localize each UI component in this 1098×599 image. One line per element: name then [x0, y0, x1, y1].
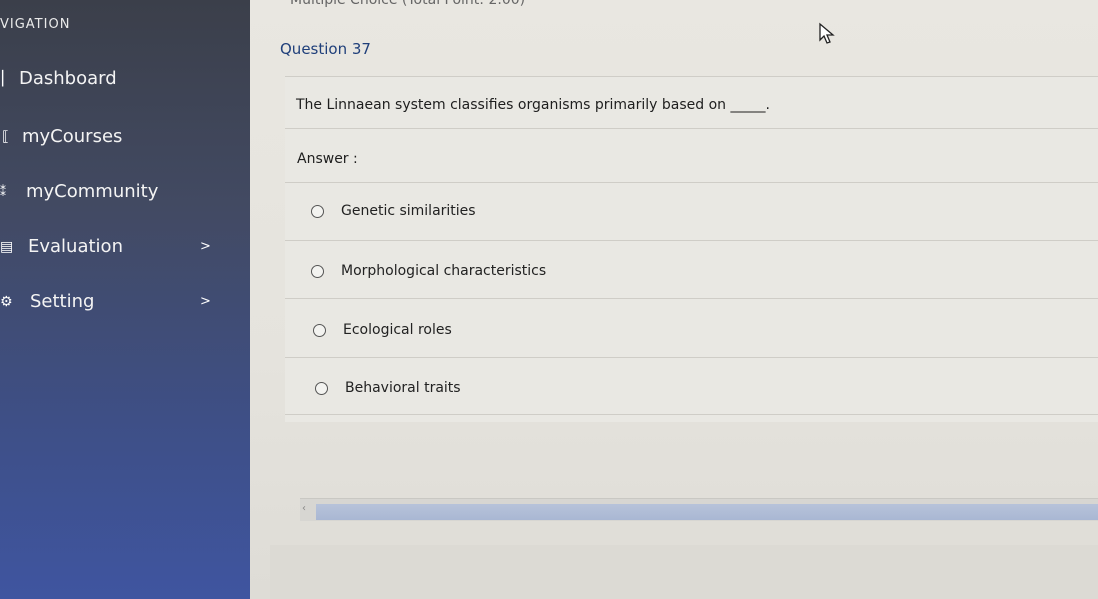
sidebar: VIGATION ▏ Dashboard ⟦ myCourses ⁑ myCom… [0, 0, 250, 599]
question-type-header: Multiple Choice (Total Point: 2.00) [290, 0, 526, 8]
settings-gear-icon: ⚙ [0, 293, 13, 310]
answer-option[interactable]: Behavioral traits [315, 380, 461, 396]
radio-button[interactable] [311, 264, 324, 278]
courses-icon: ⟦ [2, 128, 9, 145]
scrollbar-thumb[interactable] [316, 504, 1098, 520]
divider [285, 240, 1098, 241]
divider [285, 182, 1098, 183]
option-label: Behavioral traits [345, 380, 461, 396]
sidebar-item-mycommunity[interactable]: ⁑ myCommunity [0, 181, 158, 202]
sidebar-item-label: myCommunity [26, 181, 159, 202]
option-label: Genetic similarities [341, 203, 476, 219]
sidebar-item-dashboard[interactable]: ▏ Dashboard [2, 68, 117, 89]
sidebar-item-label: Dashboard [19, 68, 117, 89]
divider [285, 414, 1098, 415]
community-icon: ⁑ [0, 184, 6, 199]
radio-button[interactable] [311, 204, 324, 218]
divider [285, 298, 1098, 299]
sidebar-item-setting[interactable]: ⚙ Setting > [0, 291, 250, 312]
sidebar-item-label: Evaluation [28, 236, 123, 257]
divider [285, 128, 1098, 129]
option-label: Ecological roles [343, 322, 452, 338]
radio-button[interactable] [315, 381, 328, 395]
evaluation-icon: ▤ [0, 238, 14, 255]
footer-area [270, 545, 1098, 599]
scroll-left-arrow-icon[interactable]: ‹ [302, 503, 306, 514]
sidebar-item-evaluation[interactable]: ▤ Evaluation > [0, 236, 250, 257]
option-label: Morphological characteristics [341, 263, 547, 279]
chevron-right-icon[interactable]: > [200, 239, 211, 254]
sidebar-item-mycourses[interactable]: ⟦ myCourses [2, 126, 122, 147]
radio-button[interactable] [313, 323, 326, 337]
answer-option[interactable]: Genetic similarities [311, 203, 476, 219]
sidebar-item-label: Setting [30, 291, 95, 312]
divider [285, 357, 1098, 358]
chevron-right-icon[interactable]: > [200, 294, 211, 309]
answer-option[interactable]: Ecological roles [313, 322, 452, 338]
dashboard-icon: ▏ [2, 70, 13, 87]
answer-option[interactable]: Morphological characteristics [311, 263, 546, 279]
question-number: Question 37 [280, 40, 371, 58]
sidebar-item-label: myCourses [22, 126, 123, 147]
answer-label: Answer : [297, 151, 358, 167]
question-text: The Linnaean system classifies organisms… [296, 97, 770, 113]
navigation-title: VIGATION [0, 17, 71, 32]
mouse-cursor-icon [819, 22, 835, 44]
